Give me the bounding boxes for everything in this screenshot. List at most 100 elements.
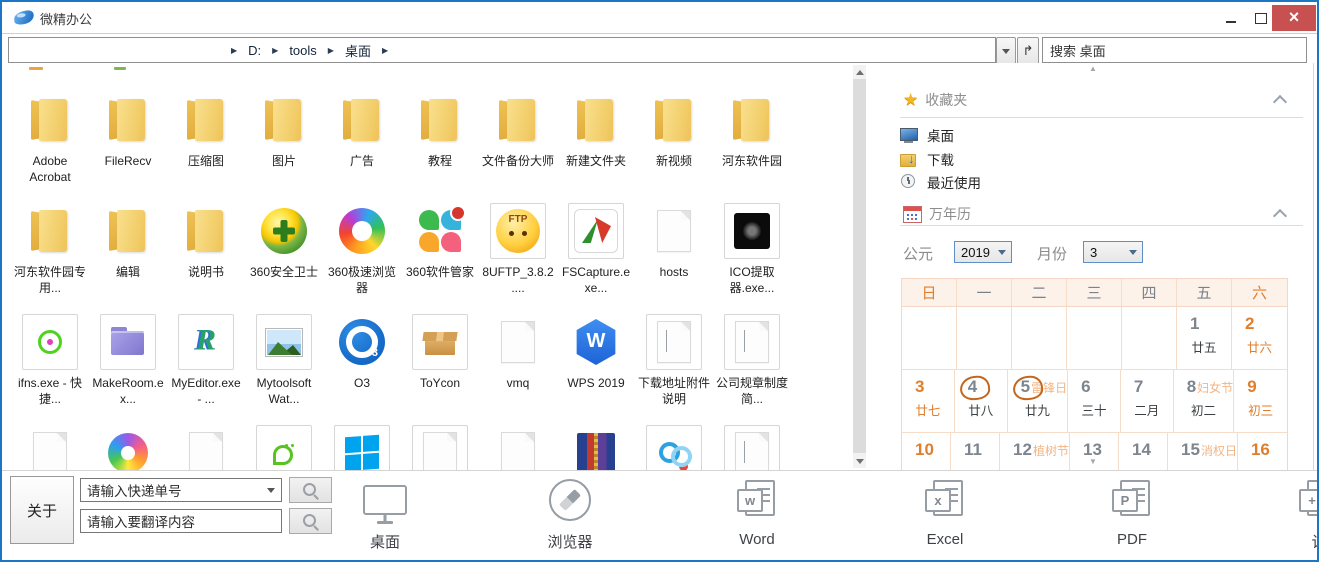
scroll-thumb[interactable] — [853, 79, 866, 453]
file-item[interactable]: 360极速浏览器 — [323, 195, 401, 306]
panel-scroll-up-icon[interactable] — [1089, 64, 1097, 73]
favorite-item[interactable]: 下载 — [900, 149, 954, 169]
file-item[interactable]: FSCapture.exe... — [557, 195, 635, 306]
file-item[interactable]: 新视频 — [635, 84, 713, 195]
file-item[interactable] — [557, 417, 635, 470]
calendar-cell[interactable]: 2 廿六 — [1232, 307, 1287, 369]
dock-item[interactable]: w Word — [717, 477, 797, 548]
calendar-header[interactable]: 万年历 — [880, 201, 1313, 227]
file-item[interactable]: 下载地址附件说明 — [635, 306, 713, 417]
file-item[interactable]: ifns.exe - 快捷... — [11, 306, 89, 417]
breadcrumb-item[interactable]: 桌面 — [345, 41, 371, 60]
file-item[interactable]: ToYcon — [401, 306, 479, 417]
dock-item[interactable]: 桌面 — [345, 477, 425, 552]
close-icon — [1289, 8, 1300, 28]
about-button[interactable]: 关于 — [10, 476, 74, 544]
file-item[interactable]: 河东软件园 — [713, 84, 791, 195]
calendar-cell[interactable] — [902, 307, 957, 369]
file-item[interactable]: 新建文件夹 — [557, 84, 635, 195]
file-item[interactable] — [89, 417, 167, 470]
scroll-down-button[interactable] — [853, 454, 866, 468]
file-item[interactable]: 文件备份大师 — [479, 84, 557, 195]
breadcrumb-item[interactable]: tools — [289, 43, 316, 58]
file-item[interactable]: hosts — [635, 195, 713, 306]
dock-item[interactable]: + 计 — [1279, 477, 1319, 552]
file-item[interactable]: WPS 2019 — [557, 306, 635, 417]
file-item[interactable]: 教程 — [401, 84, 479, 195]
file-item[interactable] — [401, 417, 479, 470]
dock-item[interactable]: P PDF — [1092, 477, 1172, 548]
file-item[interactable]: 8UFTP_3.8.2.... — [479, 195, 557, 306]
calendar-cell[interactable]: 7 二月 — [1121, 370, 1174, 432]
close-button[interactable] — [1272, 5, 1316, 31]
file-label: 360软件管家 — [405, 265, 475, 279]
file-item[interactable] — [167, 417, 245, 470]
file-item[interactable]: MyEditor.exe - ... — [167, 306, 245, 417]
breadcrumb-item[interactable]: D: — [248, 43, 261, 58]
search-box[interactable]: 搜索 桌面 — [1042, 37, 1307, 63]
file-item[interactable]: 压缩图 — [167, 84, 245, 195]
file-item[interactable]: ICO提取器.exe... — [713, 195, 791, 306]
translate-search-button[interactable] — [289, 508, 332, 534]
file-item[interactable]: 360软件管家 — [401, 195, 479, 306]
file-item[interactable] — [245, 417, 323, 470]
favorites-header[interactable]: 收藏夹 — [880, 87, 1313, 113]
calendar-cell[interactable] — [957, 307, 1012, 369]
address-bar[interactable]: ▶ D: ▶ tools ▶ 桌面 ▶ — [8, 37, 996, 63]
calendar-cell[interactable]: 11 — [951, 433, 1001, 470]
year-select[interactable]: 2019 — [954, 241, 1012, 263]
dock-item[interactable]: 浏览器 — [530, 477, 610, 552]
file-item[interactable]: 河东软件园专用... — [11, 195, 89, 306]
calendar-cell[interactable]: 15 消权日 — [1168, 433, 1238, 470]
file-item[interactable]: 说明书 — [167, 195, 245, 306]
scroll-up-icon — [855, 69, 864, 75]
calendar-cell[interactable]: 8 妇女节 初二 — [1174, 370, 1235, 432]
scroll-up-button[interactable] — [853, 65, 866, 79]
minimize-button[interactable] — [1218, 7, 1244, 29]
dock-item[interactable]: x Excel — [905, 477, 985, 548]
file-label: 新视频 — [655, 154, 692, 168]
collapse-icon[interactable] — [1272, 208, 1288, 224]
file-item[interactable] — [713, 417, 791, 470]
calendar-cell[interactable] — [1012, 307, 1067, 369]
calendar-cell[interactable]: 12 植树节 — [1000, 433, 1070, 470]
express-input[interactable]: 请输入快递单号 — [80, 478, 282, 502]
favorite-item[interactable]: 最近使用 — [900, 172, 981, 192]
collapse-icon[interactable] — [1272, 94, 1288, 110]
calendar-cell[interactable]: 9 初三 — [1234, 370, 1287, 432]
address-dropdown-button[interactable] — [996, 37, 1016, 65]
file-item[interactable] — [479, 417, 557, 470]
scrollbar[interactable] — [853, 65, 866, 468]
calendar-cell[interactable]: 5 雷锋日 廿九 — [1008, 370, 1069, 432]
calendar-cell[interactable]: 3 廿七 — [902, 370, 955, 432]
file-item[interactable]: 360安全卫士 — [245, 195, 323, 306]
maximize-button[interactable] — [1248, 7, 1274, 29]
calendar-cell[interactable]: 16 — [1238, 433, 1287, 470]
file-item[interactable]: FileRecv — [89, 84, 167, 195]
translate-input[interactable]: 请输入要翻译内容 — [80, 509, 282, 533]
month-select[interactable]: 3 — [1083, 241, 1143, 263]
file-item[interactable] — [11, 417, 89, 470]
calendar-cell[interactable]: 1 廿五 — [1177, 307, 1232, 369]
file-item[interactable]: Mytoolsoft Wat... — [245, 306, 323, 417]
file-item[interactable]: 公司规章制度简... — [713, 306, 791, 417]
favorite-item[interactable]: 桌面 — [900, 125, 954, 145]
file-item[interactable]: O3 — [323, 306, 401, 417]
file-item[interactable] — [635, 417, 713, 470]
calendar-cell[interactable]: 14 — [1119, 433, 1169, 470]
file-item[interactable]: vmq — [479, 306, 557, 417]
calendar-cell[interactable]: 4 廿八 — [955, 370, 1008, 432]
file-item[interactable] — [323, 417, 401, 470]
express-search-button[interactable] — [289, 477, 332, 503]
file-item[interactable]: 广告 — [323, 84, 401, 195]
calendar-cell[interactable]: 6 三十 — [1068, 370, 1121, 432]
file-item[interactable]: 编辑 — [89, 195, 167, 306]
calendar-cell[interactable] — [1067, 307, 1122, 369]
calendar-cell[interactable] — [1122, 307, 1177, 369]
go-button[interactable] — [1017, 37, 1039, 65]
file-item[interactable]: 图片 — [245, 84, 323, 195]
file-item[interactable]: Adobe Acrobat — [11, 84, 89, 195]
panel-scroll-down-icon[interactable] — [1089, 457, 1097, 466]
file-item[interactable]: MakeRoom.ex... — [89, 306, 167, 417]
calendar-cell[interactable]: 10 — [902, 433, 952, 470]
